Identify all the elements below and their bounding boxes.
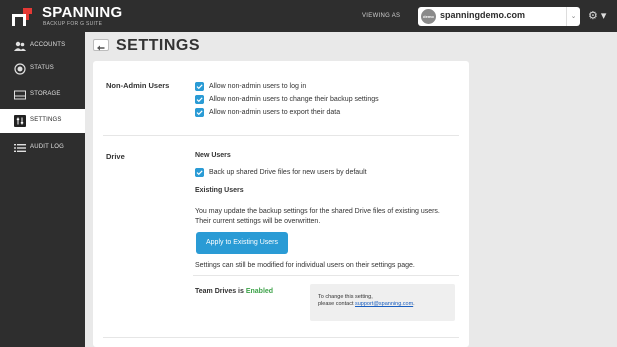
drive-section-label: Drive xyxy=(106,152,125,161)
top-bar: SPANNING BACKUP FOR G SUITE VIEWING AS d… xyxy=(0,0,617,32)
modify-note: Settings can still be modified for indiv… xyxy=(195,262,415,269)
domain-select[interactable]: demo spanningdemo.com ⌄ xyxy=(418,7,580,26)
checkbox-checked-icon xyxy=(195,95,204,104)
gear-menu-icon[interactable]: ⚙ ▾ xyxy=(588,9,610,23)
logo-mark-icon xyxy=(12,8,32,26)
section-divider xyxy=(103,337,459,338)
settings-panel: Non-Admin Users Allow non-admin users to… xyxy=(93,61,469,347)
viewing-as-label: VIEWING AS xyxy=(362,13,401,19)
sidebar-item-label: ACCOUNTS xyxy=(30,42,66,48)
team-drives-status: Team Drives is Enabled xyxy=(195,288,273,295)
subsection-divider xyxy=(193,275,459,276)
notice-suffix: . xyxy=(413,301,415,307)
existing-users-text-1: You may update the backup settings for t… xyxy=(195,208,440,215)
sidebar-item-label: AUDIT LOG xyxy=(30,144,65,150)
storage-icon xyxy=(14,90,26,100)
settings-icon xyxy=(14,115,26,127)
checkbox-label: Back up shared Drive files for new users… xyxy=(209,169,367,176)
notice-line-1: To change this setting, xyxy=(318,294,373,300)
team-drives-notice: To change this setting, please contact s… xyxy=(310,284,455,321)
checkbox-checked-icon xyxy=(195,82,204,91)
brand-name: SPANNING xyxy=(42,4,123,21)
notice-prefix: please contact xyxy=(318,301,355,307)
sidebar-item-label: SETTINGS xyxy=(30,117,62,123)
existing-users-text-2: Their current settings will be overwritt… xyxy=(195,218,321,225)
checkbox-label: Allow non-admin users to log in xyxy=(209,83,307,90)
section-divider xyxy=(103,135,459,136)
sidebar: ACCOUNTS STATUS STORAGE SETTINGS AUDIT L… xyxy=(0,32,85,347)
sidebar-item-status[interactable]: STATUS xyxy=(0,57,85,81)
checkbox-label: Allow non-admin users to export their da… xyxy=(209,109,341,116)
sidebar-item-label: STORAGE xyxy=(30,91,61,97)
back-arrow-icon xyxy=(97,45,105,51)
users-icon xyxy=(14,41,26,51)
checkbox-checked-icon xyxy=(195,168,204,177)
list-icon xyxy=(14,144,26,152)
checkbox-checked-icon xyxy=(195,108,204,117)
sidebar-item-settings[interactable]: SETTINGS xyxy=(0,109,85,133)
sidebar-item-label: STATUS xyxy=(30,65,54,71)
new-users-heading: New Users xyxy=(195,152,231,159)
status-badge: Enabled xyxy=(245,288,274,295)
notice-line-2: please contact support@spanning.com. xyxy=(318,301,447,308)
status-icon xyxy=(14,63,26,75)
sidebar-item-storage[interactable]: STORAGE xyxy=(0,83,85,107)
chevron-down-icon[interactable]: ⌄ xyxy=(566,7,580,26)
sidebar-item-accounts[interactable]: ACCOUNTS xyxy=(0,34,85,58)
team-drives-label: Team Drives is xyxy=(195,288,246,295)
domain-avatar: demo xyxy=(421,9,436,24)
page-title: SETTINGS xyxy=(116,37,201,54)
spanning-logo[interactable]: SPANNING BACKUP FOR G SUITE xyxy=(12,5,122,29)
existing-users-heading: Existing Users xyxy=(195,187,244,194)
non-admin-section-label: Non-Admin Users xyxy=(106,81,170,90)
support-email-link[interactable]: support@spanning.com xyxy=(355,301,413,307)
apply-to-existing-users-button[interactable]: Apply to Existing Users xyxy=(196,232,288,254)
checkbox-label: Allow non-admin users to change their ba… xyxy=(209,96,379,103)
domain-value: spanningdemo.com xyxy=(440,10,526,20)
brand-tagline: BACKUP FOR G SUITE xyxy=(43,21,103,27)
sidebar-item-audit-log[interactable]: AUDIT LOG xyxy=(0,136,85,160)
back-button[interactable] xyxy=(93,39,109,51)
